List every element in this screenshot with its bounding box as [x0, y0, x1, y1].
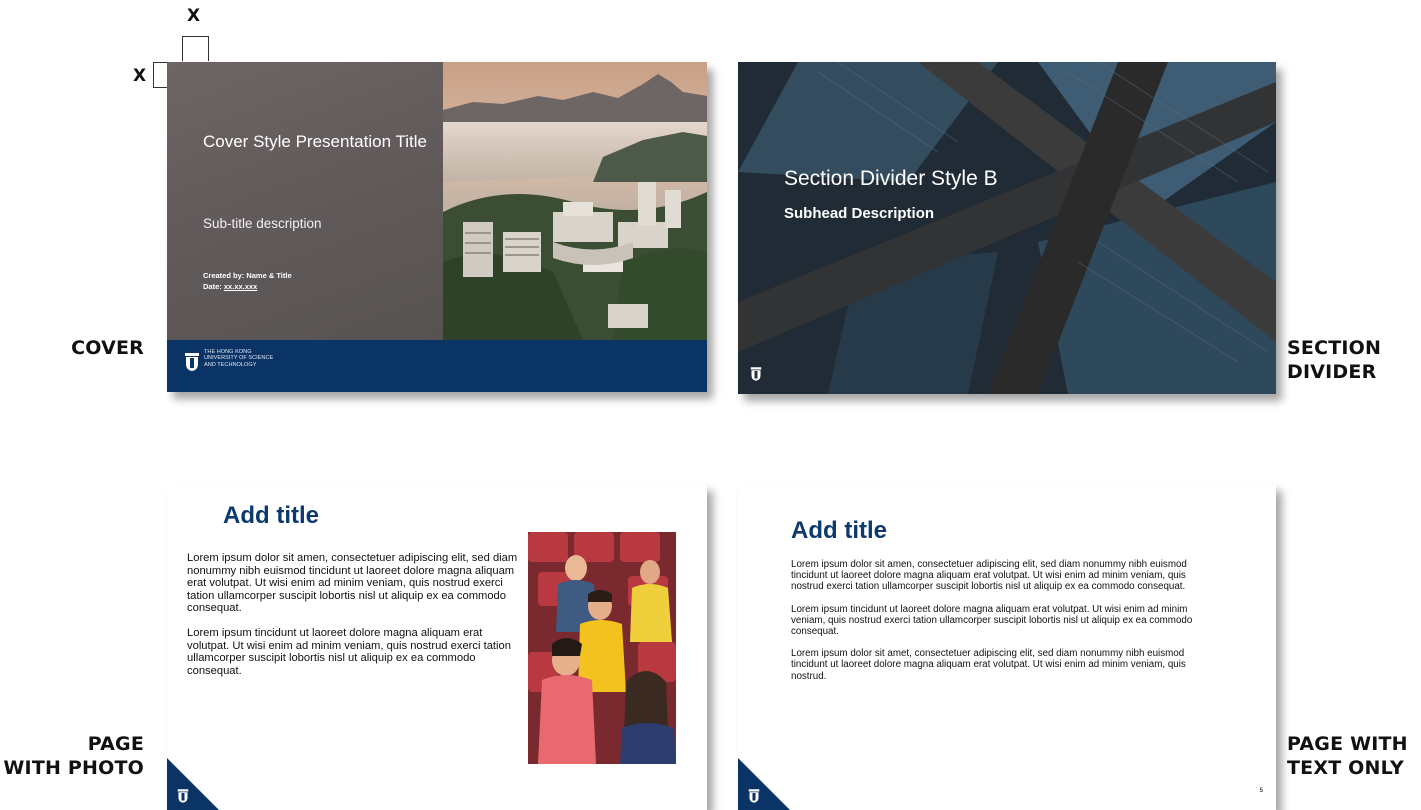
students-photo — [528, 532, 676, 764]
x-dimension-bracket-left — [153, 62, 168, 88]
label-page-with-photo: PAGE WITH PHOTO — [0, 732, 144, 780]
text-page-paragraph-1: Lorem ipsum dolor sit amen, consectetuer… — [791, 559, 1187, 593]
page-number: 5 — [1259, 788, 1263, 794]
text-page-title: Add title — [791, 517, 887, 544]
hkust-logo-icon — [185, 353, 199, 371]
campus-aerial-photo — [443, 62, 707, 340]
x-dimension-label-left: X — [133, 66, 147, 86]
brand-corner-triangle — [738, 758, 790, 810]
label-page-with-text-only: PAGE WITH TEXT ONLY — [1287, 732, 1408, 780]
university-name-line2: UNIVERSITY OF SCIENCE — [204, 355, 274, 362]
building-glass-background — [738, 62, 1276, 394]
x-dimension-label-top: X — [187, 6, 201, 26]
cover-title: Cover Style Presentation Title — [203, 132, 427, 151]
label-section-divider-line1: SECTION — [1287, 337, 1382, 359]
hkust-logo-icon — [177, 789, 189, 803]
label-page-with-text-only-line2: TEXT ONLY — [1287, 757, 1404, 779]
divider-title: Section Divider Style B — [784, 167, 998, 190]
label-cover: COVER — [71, 337, 144, 359]
brand-corner-triangle — [167, 758, 219, 810]
cover-subtitle: Sub-title description — [203, 216, 322, 231]
photo-page-body: Lorem ipsum dolor sit amen, consectetuer… — [187, 552, 527, 689]
photo-page-paragraph-1: Lorem ipsum dolor sit amen, consectetuer… — [187, 552, 518, 615]
label-page-with-text-only-line1: PAGE WITH — [1287, 733, 1408, 755]
label-page-with-photo-line2: WITH PHOTO — [3, 757, 144, 779]
page-with-photo-slide-thumbnail: Add title Lorem ipsum dolor sit amen, co… — [167, 484, 707, 810]
hkust-logo-icon — [748, 789, 760, 803]
cover-date: Date: xx.xx.xxx — [203, 281, 292, 292]
section-divider-slide-thumbnail: Section Divider Style B Subhead Descript… — [738, 62, 1276, 394]
text-page-paragraph-2: Lorem ipsum tincidunt ut laoreet dolore … — [791, 603, 1193, 638]
cover-grey-panel — [167, 62, 443, 340]
cover-date-label: Date: — [203, 282, 224, 291]
label-page-with-photo-line1: PAGE — [87, 733, 144, 755]
cover-credits: Created by: Name & Title Date: xx.xx.xxx — [203, 270, 292, 292]
text-page-paragraph-3: Lorem ipsum dolor sit amet, consectetuer… — [791, 648, 1186, 682]
cover-created-by: Created by: Name & Title — [203, 271, 292, 280]
divider-subhead: Subhead Description — [784, 205, 935, 222]
photo-page-paragraph-2: Lorem ipsum tincidunt ut laoreet dolore … — [187, 626, 511, 677]
photo-page-title: Add title — [223, 502, 319, 529]
text-page-body: Lorem ipsum dolor sit amen, consectetuer… — [791, 559, 1221, 693]
label-section-divider-line2: DIVIDER — [1287, 361, 1377, 383]
page-with-text-only-slide-thumbnail: Add title Lorem ipsum dolor sit amen, co… — [738, 484, 1276, 810]
cover-slide-thumbnail: Cover Style Presentation Title Sub-title… — [167, 62, 707, 392]
hkust-logo-icon — [750, 367, 762, 381]
cover-date-value: xx.xx.xxx — [223, 282, 258, 291]
label-section-divider: SECTION DIVIDER — [1287, 336, 1381, 384]
university-name: THE HONG KONG UNIVERSITY OF SCIENCE AND … — [204, 349, 273, 368]
university-name-line3: AND TECHNOLOGY — [204, 361, 257, 368]
x-dimension-bracket-top — [182, 36, 209, 61]
